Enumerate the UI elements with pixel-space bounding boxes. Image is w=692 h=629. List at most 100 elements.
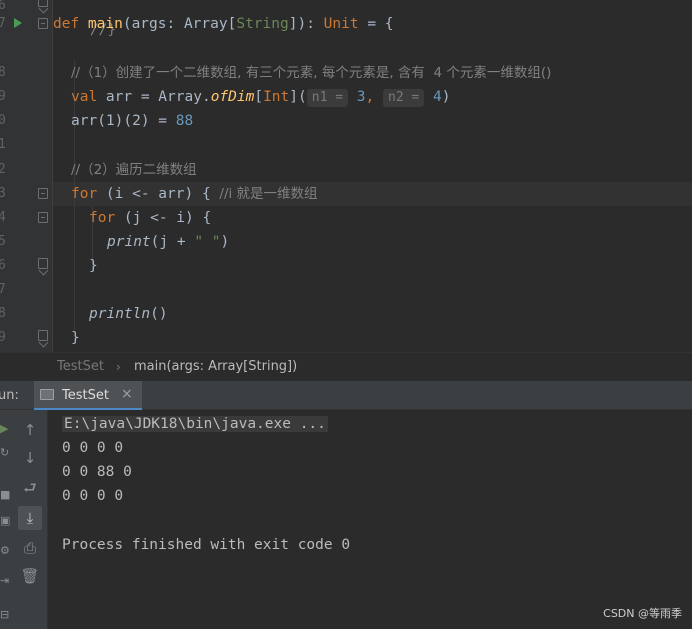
keyword-token: def xyxy=(53,16,88,32)
code-token: ) xyxy=(220,234,230,250)
line-number: 8 xyxy=(0,65,6,80)
function-token: println xyxy=(89,306,151,322)
code-token: , xyxy=(365,89,383,105)
down-arrow-icon[interactable]: ↓ xyxy=(18,446,42,470)
number-token: 88 xyxy=(175,113,194,129)
run-gutter-icon[interactable] xyxy=(14,18,22,28)
keyword-token: for xyxy=(89,210,124,226)
run-left-strip: ▶ ↻ ■ ▣ ⚙ ⇥ ⊟ xyxy=(0,410,12,629)
console-icon xyxy=(40,389,54,400)
run-panel-header: un: TestSet × xyxy=(0,380,692,411)
exit-icon[interactable]: ⇥ xyxy=(0,574,10,587)
line-number: 5 xyxy=(0,234,6,249)
editor-gutter: 6 7 8 9 0 1 2 3 4 5 6 7 8 9 xyxy=(0,0,52,352)
gutter-divider xyxy=(52,0,53,352)
breadcrumb: TestSet › main(args: Array[String]) xyxy=(0,352,692,380)
code-token: [ xyxy=(254,89,264,105)
param-hint-n2: n2 = xyxy=(383,89,425,107)
fold-open-icon[interactable] xyxy=(38,212,48,223)
code-token: arr = Array. xyxy=(105,89,211,105)
line-number: 4 xyxy=(0,210,6,225)
pin-icon[interactable]: ⊟ xyxy=(0,608,10,621)
run-toolbar: ↑ ↓ ⮐ ⤓ ⎙ 🗑 xyxy=(12,410,48,629)
trash-icon[interactable]: 🗑 xyxy=(18,564,42,588)
code-line-for-outer[interactable]: for (i <- arr) { //i 就是一维数组 xyxy=(71,182,318,206)
fold-open-icon[interactable] xyxy=(38,188,48,199)
code-line-comment-2[interactable]: //（2）遍历二维数组 xyxy=(71,158,197,182)
code-line-print[interactable]: print(j + " ") xyxy=(107,230,229,254)
console-command-line[interactable]: E:\java\JDK18\bin\java.exe ... xyxy=(62,416,328,432)
console-line: 0 0 88 0 xyxy=(62,464,132,480)
fold-close-icon[interactable] xyxy=(38,258,48,269)
fold-close-icon[interactable] xyxy=(38,330,48,341)
code-line-comment-1[interactable]: //（1）创建了一个二维数组, 有三个元素, 每个元素是, 含有 4 个元素一维… xyxy=(71,61,551,85)
settings-icon[interactable]: ⚙ xyxy=(0,544,10,557)
type-token: Array xyxy=(183,16,228,32)
up-arrow-icon[interactable]: ↑ xyxy=(18,418,42,442)
keyword-token: val xyxy=(71,89,106,105)
comment-token: //（1）创建了一个二维数组, 有三个元素, 每个元素是, 含有 4 个元素一维… xyxy=(71,65,552,81)
comment-token: //i 就是一维数组 xyxy=(219,186,318,202)
close-icon[interactable]: × xyxy=(121,386,133,402)
code-token: } xyxy=(89,258,98,274)
code-token: (j <- i) { xyxy=(123,210,212,226)
type-param-token: Int xyxy=(263,89,290,105)
print-icon[interactable]: ⎙ xyxy=(18,536,42,560)
keyword-token: for xyxy=(71,186,106,202)
code-line-val[interactable]: val arr = Array.ofDim[Int](n1 = 3, n2 = … xyxy=(71,85,451,109)
soft-wrap-icon[interactable]: ⮐ xyxy=(18,478,42,502)
code-line-def[interactable]: def main(args: Array[String]): Unit = { xyxy=(53,12,394,36)
code-token: (args: xyxy=(122,16,184,32)
line-number: 8 xyxy=(0,306,6,321)
breadcrumb-separator: › xyxy=(116,360,121,374)
line-number: 7 xyxy=(0,16,6,31)
function-token: print xyxy=(107,234,151,250)
code-token: (j + xyxy=(150,234,195,250)
code-token: (i <- arr) { xyxy=(105,186,220,202)
camera-icon[interactable]: ▣ xyxy=(0,514,10,527)
code-token: ]( xyxy=(289,89,307,105)
code-token: ): xyxy=(297,16,324,32)
code-line-for-inner[interactable]: for (j <- i) { xyxy=(89,206,211,230)
line-number: 9 xyxy=(0,89,6,104)
line-number: 2 xyxy=(0,162,6,177)
code-line-println[interactable]: println() xyxy=(89,302,168,326)
line-number: 6 xyxy=(0,258,6,273)
number-token: 4 xyxy=(433,89,442,105)
console-exit-line: Process finished with exit code 0 xyxy=(62,537,351,553)
line-number: 1 xyxy=(0,137,6,152)
param-hint-n1: n1 = xyxy=(306,89,349,107)
code-token: ) xyxy=(441,89,451,105)
stop-icon[interactable]: ■ xyxy=(0,488,10,501)
code-line-close-outer[interactable]: } xyxy=(71,326,80,350)
line-number: 0 xyxy=(0,113,6,128)
scroll-to-end-icon[interactable]: ⤓ xyxy=(18,506,42,530)
breadcrumb-method[interactable]: main(args: Array[String]) xyxy=(134,353,297,381)
code-token: = { xyxy=(358,16,394,32)
console-line: 0 0 0 0 xyxy=(62,440,124,456)
watermark: CSDN @等雨季 xyxy=(603,607,682,620)
run-panel: ▶ ↻ ■ ▣ ⚙ ⇥ ⊟ ↑ ↓ ⮐ ⤓ ⎙ 🗑 E:\java\JDK18\… xyxy=(0,410,692,629)
line-number: 7 xyxy=(0,282,6,297)
function-name-token: main xyxy=(87,16,123,32)
code-line-assign[interactable]: arr(1)(2) = 88 xyxy=(71,109,193,133)
number-token: 3 xyxy=(356,89,366,105)
code-token: () xyxy=(150,306,168,322)
code-editor[interactable]: 6 7 8 9 0 1 2 3 4 5 6 7 8 9 //} def main… xyxy=(0,0,692,352)
comment-token: //（2）遍历二维数组 xyxy=(71,162,197,178)
code-token: } xyxy=(71,330,80,346)
return-type-token: Unit xyxy=(323,16,359,32)
tab-testset[interactable]: TestSet × xyxy=(34,381,142,411)
line-number: 9 xyxy=(0,330,6,345)
tab-label: TestSet xyxy=(62,388,109,403)
fold-open-icon[interactable] xyxy=(38,18,48,29)
run-label: un: xyxy=(0,388,19,403)
string-token: " " xyxy=(194,234,221,250)
fold-close-icon[interactable] xyxy=(38,0,48,7)
code-token: arr(1)(2) = xyxy=(71,113,176,129)
refresh-icon[interactable]: ↻ xyxy=(0,446,10,459)
console-line: 0 0 0 0 xyxy=(62,488,124,504)
breadcrumb-file[interactable]: TestSet xyxy=(57,353,104,381)
rerun-icon[interactable]: ▶ xyxy=(0,422,10,435)
code-line-close-inner[interactable]: } xyxy=(89,254,98,278)
